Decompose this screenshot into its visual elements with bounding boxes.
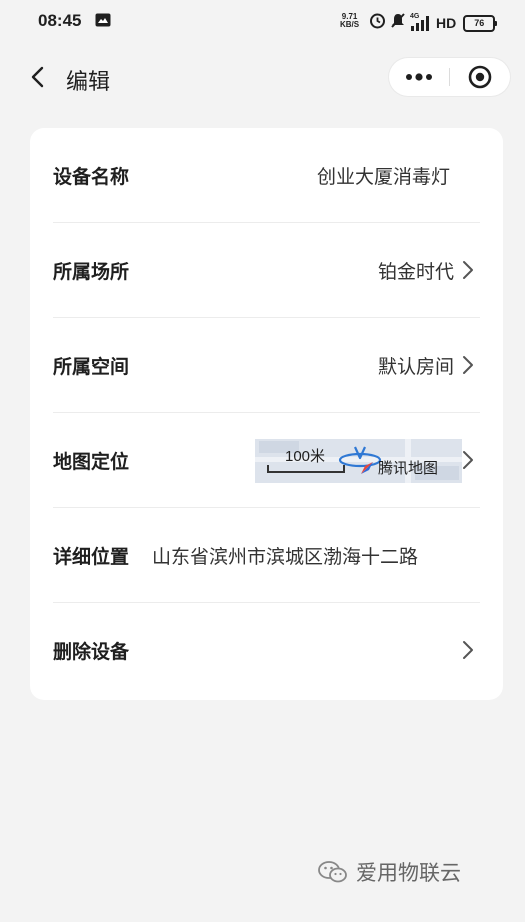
device-settings-card: 设备名称 创业大厦消毒灯 所属场所 铂金时代 所属空间 默认房间 地图定位 10… <box>30 128 503 700</box>
delete-device-label: 删除设备 <box>53 642 130 663</box>
notification-icon <box>95 13 111 32</box>
watermark: 爱用物联云 <box>318 857 461 887</box>
signal-icon: 4G <box>410 13 432 32</box>
row-map-location[interactable]: 地图定位 100米 腾讯地图 <box>30 413 503 508</box>
status-bar: 08:45 9.71 KB/S 4G HD 76 <box>0 0 525 44</box>
network-speed: 9.71 KB/S <box>340 13 359 29</box>
device-name-label: 设备名称 <box>53 167 130 188</box>
status-time: 08:45 <box>38 11 82 30</box>
map-thumbnail[interactable]: 100米 腾讯地图 <box>255 439 462 483</box>
venue-label: 所属场所 <box>53 262 130 283</box>
row-delete-device[interactable]: 删除设备 <box>30 603 503 698</box>
battery-icon: 76 <box>463 14 498 32</box>
target-icon <box>468 65 492 89</box>
map-location-label: 地图定位 <box>53 452 130 473</box>
map-scale-label: 100米 <box>285 448 326 465</box>
status-icons: 4G HD 76 <box>369 12 498 34</box>
miniprogram-capsule <box>389 58 510 96</box>
alarm-icon <box>369 12 386 34</box>
space-value: 默认房间 <box>377 357 454 378</box>
row-detail-address[interactable]: 详细位置 山东省滨州市滨城区渤海十二路 <box>30 508 503 603</box>
chevron-right-icon <box>461 449 475 471</box>
mute-icon <box>390 12 406 34</box>
space-label: 所属空间 <box>53 357 130 378</box>
row-venue[interactable]: 所属场所 铂金时代 <box>30 223 503 318</box>
map-brand: 腾讯地图 <box>359 457 438 478</box>
venue-value: 铂金时代 <box>377 262 454 283</box>
more-icon <box>406 73 432 81</box>
chevron-right-icon <box>461 354 475 376</box>
close-miniprogram-button[interactable] <box>450 58 510 96</box>
row-device-name[interactable]: 设备名称 创业大厦消毒灯 <box>30 128 503 223</box>
watermark-text: 爱用物联云 <box>356 862 461 885</box>
network-speed-unit: KB/S <box>340 20 360 29</box>
back-button[interactable] <box>26 64 52 90</box>
map-brand-text: 腾讯地图 <box>378 460 439 477</box>
chevron-right-icon <box>461 639 475 661</box>
hd-label: HD <box>436 15 457 31</box>
chevron-right-icon <box>461 259 475 281</box>
row-space[interactable]: 所属空间 默认房间 <box>30 318 503 413</box>
detail-address-value[interactable]: 山东省滨州市滨城区渤海十二路 <box>152 542 418 569</box>
device-name-value[interactable]: 创业大厦消毒灯 <box>317 162 450 189</box>
page-title: 编辑 <box>66 69 111 94</box>
nav-bar: 编辑 <box>0 44 525 110</box>
tencent-map-logo-icon <box>361 461 373 474</box>
more-button[interactable] <box>389 58 449 96</box>
map-scale-bar <box>267 465 345 473</box>
detail-address-label: 详细位置 <box>53 547 130 568</box>
wechat-logo-icon <box>318 861 347 883</box>
